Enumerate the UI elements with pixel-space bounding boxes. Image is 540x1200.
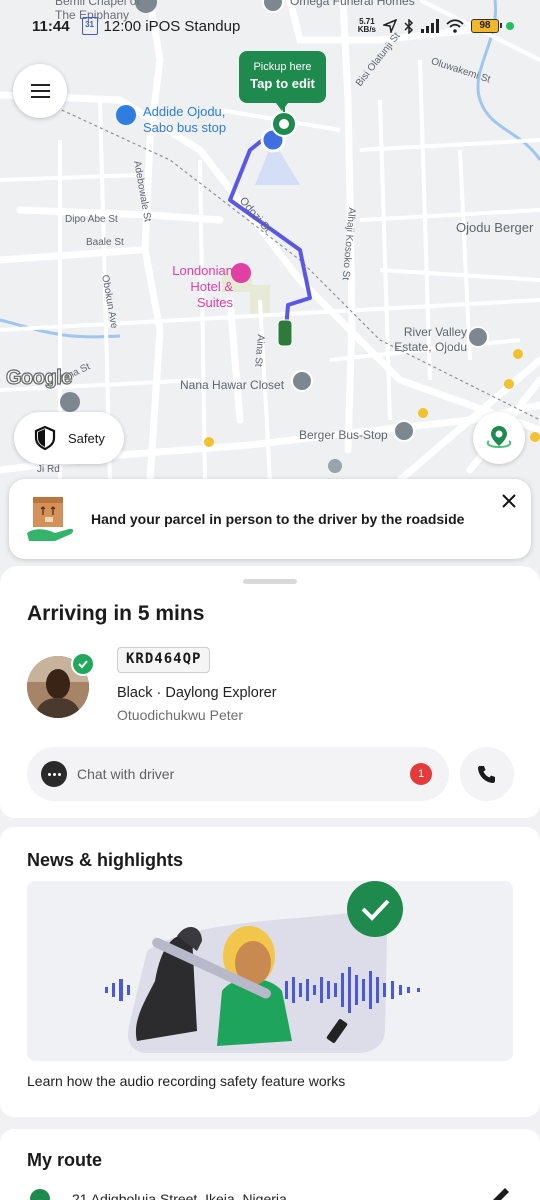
calendar-icon: 31 — [81, 17, 98, 35]
route-address: 21 Adigbolujа Street, Ikeja, Nigeria — [72, 1191, 287, 1200]
menu-button[interactable] — [13, 64, 67, 118]
driver-name: Otuodichukwu Peter — [117, 707, 244, 723]
pickup-label: Pickup here — [253, 61, 312, 73]
safety-button[interactable]: Safety — [14, 412, 124, 464]
wifi-icon — [446, 19, 464, 33]
speed-unit: KB/s — [357, 25, 376, 34]
notice-text: Hand your parcel in person to the driver… — [91, 511, 465, 527]
news-banner[interactable] — [27, 881, 513, 1061]
signal-icon — [421, 19, 439, 33]
news-title: News & highlights — [27, 850, 184, 870]
status-event: 12:00 iPOS Standup — [103, 17, 241, 35]
google-logo: Google — [5, 366, 73, 389]
location-pin-icon — [486, 426, 512, 449]
bluetooth-icon — [404, 18, 414, 34]
sheet-handle[interactable] — [243, 579, 297, 584]
chat-label: Chat with driver — [77, 766, 175, 782]
status-bar: 11:44 31 12:00 iPOS Standup 5.71 KB/s 98 — [0, 0, 540, 52]
phone-icon — [478, 766, 495, 783]
hamburger-icon — [30, 84, 50, 98]
map-label-nana: Nana Hawar Closet — [180, 378, 285, 392]
news-section: News & highlights Learn how the audio re… — [0, 827, 540, 1117]
edit-pencil-icon[interactable] — [488, 1185, 512, 1200]
trip-sheet: Arriving in 5 mins KRD464QP Black · Dayl… — [0, 566, 540, 818]
network-speed: 5.71 KB/s — [358, 18, 376, 34]
close-icon[interactable] — [501, 493, 517, 509]
pickup-edit-bubble[interactable]: Pickup here Tap to edit — [239, 51, 326, 111]
map-label-river-valley: River Valley Estate, Ojodu — [394, 325, 467, 354]
map-label-londonian: Londonian Hotel & Suites — [172, 263, 233, 310]
map-label-ojodu-berger: Ojodu Berger — [456, 220, 534, 235]
arrival-title: Arriving in 5 mins — [27, 602, 205, 625]
route-title: My route — [27, 1150, 103, 1170]
recenter-button[interactable] — [473, 412, 525, 464]
unread-badge: 1 — [410, 763, 432, 785]
map-label-bus-stop: Addide Ojodu, Sabo bus stop — [143, 104, 227, 135]
map-label-baale: Baale St — [86, 237, 124, 248]
location-arrow-icon — [383, 19, 397, 33]
parcel-icon — [25, 493, 77, 545]
pickup-edit-label: Tap to edit — [250, 76, 315, 91]
news-caption: Learn how the audio recording safety fea… — [27, 1073, 346, 1089]
map-label-ji-rd: Ji Rd — [37, 464, 60, 475]
origin-pin-icon — [30, 1189, 50, 1200]
map-label-dipo: Dipo Abe St — [65, 214, 118, 225]
audio-recording-illustration — [105, 881, 420, 1053]
shield-icon — [34, 426, 56, 450]
parcel-notice: Hand your parcel in person to the driver… — [9, 479, 531, 559]
vehicle-description: Black · Daylong Explorer — [117, 685, 277, 701]
driver-avatar — [27, 652, 95, 718]
chat-icon — [41, 761, 67, 787]
map-label-berger-bus: Berger Bus-Stop — [299, 428, 388, 442]
privacy-dot-icon — [506, 22, 514, 30]
verified-check-icon — [71, 652, 95, 676]
safety-label: Safety — [68, 430, 105, 446]
chat-with-driver-button[interactable]: Chat with driver 1 — [27, 747, 449, 801]
plate-number: KRD464QP — [117, 647, 211, 673]
call-driver-button[interactable] — [460, 747, 514, 801]
route-section: My route 21 Adigbolujа Street, Ikeja, Ni… — [0, 1129, 540, 1200]
battery-icon: 98 — [471, 19, 502, 33]
status-time: 11:44 — [32, 17, 70, 35]
